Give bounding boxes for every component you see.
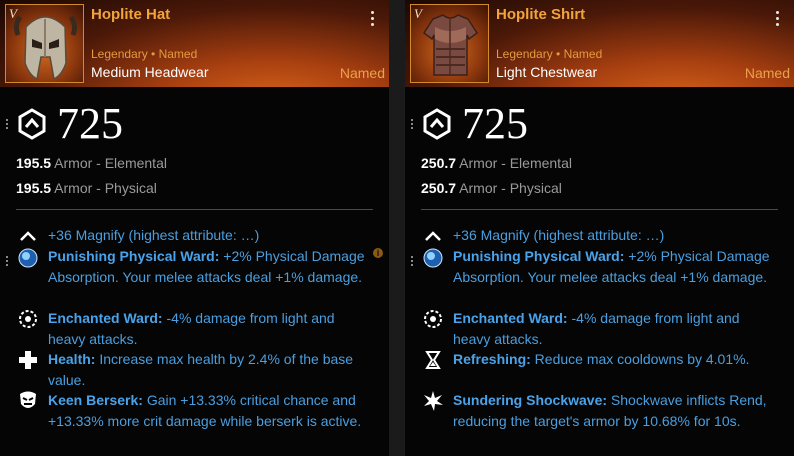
gear-score-icon bbox=[18, 108, 46, 140]
helmet-icon bbox=[13, 15, 78, 81]
perk-health: Health: Increase max health by 2.4% of t… bbox=[48, 349, 368, 390]
perk-enchanted-ward: Enchanted Ward: -4% damage from light an… bbox=[48, 308, 368, 349]
perk-refreshing: Refreshing: Reduce max cooldowns by 4.01… bbox=[453, 349, 773, 370]
perk-name: Sundering Shockwave: bbox=[453, 392, 608, 408]
drag-handle-icon[interactable] bbox=[411, 256, 414, 266]
hourglass-icon bbox=[425, 351, 441, 369]
ward-orb-icon bbox=[18, 248, 38, 268]
item-title: Hoplite Hat bbox=[91, 6, 171, 23]
magnify-perk: +36 Magnify (highest attribute: …) bbox=[48, 227, 260, 243]
gear-score-row: 725 bbox=[421, 102, 528, 146]
tooltip-header: V Hoplite Shirt Legendary • Named Light … bbox=[405, 0, 794, 87]
health-cross-icon bbox=[19, 351, 37, 369]
perk-name: Health: bbox=[48, 351, 96, 367]
tier-label: V bbox=[414, 6, 422, 21]
perk-name: Enchanted Ward: bbox=[453, 310, 568, 326]
armor-physical: 250.7 Armor - Physical bbox=[421, 180, 562, 196]
armor-physical-value: 195.5 bbox=[16, 180, 52, 196]
drag-handle-icon[interactable] bbox=[411, 119, 414, 129]
perk-punishing-physical-ward: Punishing Physical Ward: +2% Physical Da… bbox=[453, 246, 773, 287]
drag-handle-icon[interactable] bbox=[6, 119, 9, 129]
drag-handle-icon[interactable] bbox=[6, 256, 9, 266]
perk-name: Enchanted Ward: bbox=[48, 310, 163, 326]
item-type: Light Chestwear bbox=[496, 64, 598, 80]
gear-score-icon bbox=[423, 108, 451, 140]
item-tooltip-hoplite-hat: V Hoplite Hat Legendary • Named Medium H… bbox=[0, 0, 389, 456]
more-options-icon[interactable] bbox=[369, 11, 375, 29]
info-icon[interactable]: i bbox=[373, 248, 383, 258]
gear-score-row: 725 bbox=[16, 102, 123, 146]
enchanted-ward-icon bbox=[19, 310, 37, 328]
item-thumbnail: V bbox=[5, 4, 84, 83]
armor-physical-value: 250.7 bbox=[421, 180, 457, 196]
ward-orb-icon bbox=[423, 248, 443, 268]
armor-physical: 195.5 Armor - Physical bbox=[16, 180, 157, 196]
perk-sundering-shockwave: Sundering Shockwave: Shockwave inflicts … bbox=[453, 390, 773, 431]
tooltip-header: V Hoplite Hat Legendary • Named Medium H… bbox=[0, 0, 389, 87]
berserk-mask-icon bbox=[20, 391, 36, 408]
rarity-label: Legendary • Named bbox=[496, 47, 603, 61]
chevron-up-icon bbox=[425, 231, 441, 241]
perk-desc: Reduce max cooldowns by 4.01%. bbox=[530, 351, 750, 367]
divider bbox=[421, 209, 778, 210]
item-thumbnail: V bbox=[410, 4, 489, 83]
armor-elemental-label: Armor - Elemental bbox=[456, 155, 572, 171]
magnify-perk: +36 Magnify (highest attribute: …) bbox=[453, 227, 665, 243]
enchanted-ward-icon bbox=[424, 310, 442, 328]
rarity-label: Legendary • Named bbox=[91, 47, 198, 61]
more-options-icon[interactable] bbox=[774, 11, 780, 29]
item-type: Medium Headwear bbox=[91, 64, 209, 80]
perk-enchanted-ward: Enchanted Ward: -4% damage from light an… bbox=[453, 308, 773, 349]
gear-score-value: 725 bbox=[57, 99, 123, 148]
perk-keen-berserk: Keen Berserk: Gain +13.33% critical chan… bbox=[48, 390, 368, 431]
item-title: Hoplite Shirt bbox=[496, 6, 586, 23]
divider bbox=[16, 209, 373, 210]
armor-elemental-value: 195.5 bbox=[16, 155, 52, 171]
perk-name: Punishing Physical Ward: bbox=[48, 248, 220, 264]
gear-score-value: 725 bbox=[462, 99, 528, 148]
chestwear-icon bbox=[422, 14, 479, 76]
tier-label: V bbox=[9, 6, 17, 21]
armor-elemental-value: 250.7 bbox=[421, 155, 457, 171]
armor-elemental-label: Armor - Elemental bbox=[51, 155, 167, 171]
perk-name: Refreshing: bbox=[453, 351, 531, 367]
armor-elemental: 250.7 Armor - Elemental bbox=[421, 155, 572, 171]
chevron-up-icon bbox=[20, 231, 36, 241]
armor-elemental: 195.5 Armor - Elemental bbox=[16, 155, 167, 171]
perk-punishing-physical-ward: Punishing Physical Ward: +2% Physical Da… bbox=[48, 246, 368, 287]
armor-physical-label: Armor - Physical bbox=[456, 180, 562, 196]
named-badge: Named bbox=[744, 65, 790, 81]
shockwave-icon bbox=[424, 391, 443, 411]
named-badge: Named bbox=[339, 65, 385, 81]
perk-name: Punishing Physical Ward: bbox=[453, 248, 625, 264]
perk-name: Keen Berserk: bbox=[48, 392, 143, 408]
armor-physical-label: Armor - Physical bbox=[51, 180, 157, 196]
item-tooltip-hoplite-shirt: V Hoplite Shirt Legendary • Named Light … bbox=[405, 0, 794, 456]
